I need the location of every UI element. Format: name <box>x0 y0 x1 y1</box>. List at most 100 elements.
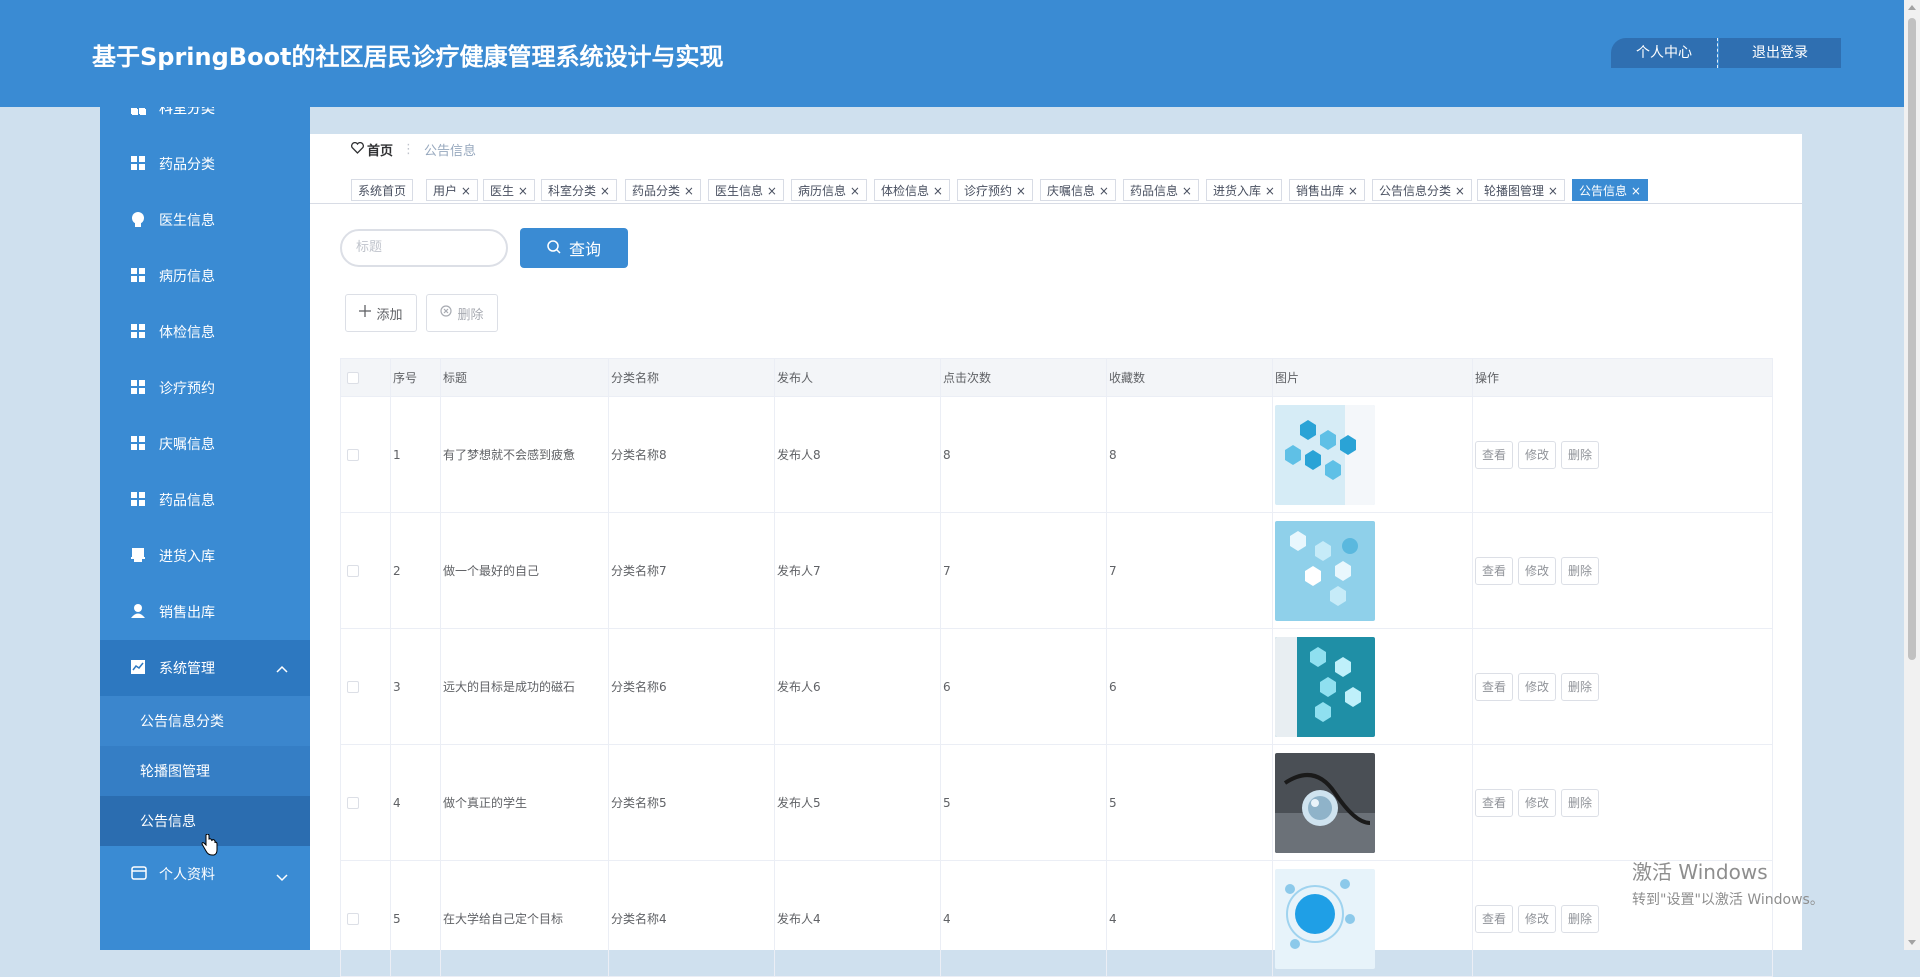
cell-favorites: 8 <box>1106 396 1273 513</box>
sidebar-item-drug-info[interactable]: 药品信息 <box>100 472 310 528</box>
column-header: 收藏数 <box>1106 358 1273 397</box>
user-icon <box>131 604 147 620</box>
cell-title: 有了梦想就不会感到疲惫 <box>440 396 609 513</box>
breadcrumb-home[interactable]: 首页 <box>367 140 393 159</box>
tag-drug-info[interactable]: 药品信息 × <box>1123 179 1199 201</box>
row-checkbox[interactable] <box>347 448 359 461</box>
tag-dept-category[interactable]: 科室分类 × <box>541 179 617 201</box>
batch-delete-button[interactable]: 删除 <box>426 294 498 332</box>
breadcrumb: 首页 ⋮ 公告信息 <box>351 140 476 159</box>
delete-button[interactable]: 删除 <box>1561 788 1599 817</box>
page-scrollbar[interactable] <box>1904 0 1920 950</box>
row-checkbox[interactable] <box>347 796 359 809</box>
cell-clicks: 6 <box>940 628 1107 745</box>
sidebar-item-medical-record[interactable]: 病历信息 <box>100 248 310 304</box>
edit-button[interactable]: 修改 <box>1518 556 1556 585</box>
row-checkbox[interactable] <box>347 564 359 577</box>
sidebar-item-stock-in[interactable]: 进货入库 <box>100 528 310 584</box>
view-button[interactable]: 查看 <box>1475 672 1513 701</box>
add-button-label: 添加 <box>376 307 403 323</box>
tag-users[interactable]: 用户 × <box>426 179 478 201</box>
view-button[interactable]: 查看 <box>1475 904 1513 933</box>
breadcrumb-bar <box>310 134 1802 174</box>
submenu-item-notice-category[interactable]: 公告信息分类 <box>100 696 310 746</box>
delete-button[interactable]: 删除 <box>1561 556 1599 585</box>
row-checkbox[interactable] <box>347 912 359 925</box>
select-all-cell[interactable] <box>340 358 391 397</box>
edit-button[interactable]: 修改 <box>1518 788 1556 817</box>
cell-no: 2 <box>390 512 441 629</box>
edit-button[interactable]: 修改 <box>1518 440 1556 469</box>
view-button[interactable]: 查看 <box>1475 556 1513 585</box>
tag-orders[interactable]: 庆嘱信息 × <box>1040 179 1116 201</box>
select-all-checkbox[interactable] <box>347 371 359 384</box>
cell-category: 分类名称4 <box>608 860 775 977</box>
sidebar-item-checkup[interactable]: 体检信息 <box>100 304 310 360</box>
cell-publisher: 发布人5 <box>774 744 941 861</box>
column-header: 分类名称 <box>608 358 775 397</box>
tag-doctor-info[interactable]: 医生信息 × <box>708 179 784 201</box>
sidebar-item-appointment[interactable]: 诊疗预约 <box>100 360 310 416</box>
sidebar-item-dept-category[interactable]: 科室分类 <box>100 107 310 136</box>
scroll-down-icon[interactable] <box>1908 940 1916 945</box>
cell-title: 做个真正的学生 <box>440 744 609 861</box>
row-checkbox[interactable] <box>347 680 359 693</box>
table-row: 2 做一个最好的自己 分类名称7 发布人7 7 7 查看 修改 删除 <box>340 512 1773 629</box>
sidebar-item-orders[interactable]: 庆嘱信息 <box>100 416 310 472</box>
notice-image <box>1275 868 1375 969</box>
tag-doctors[interactable]: 医生 × <box>483 179 535 201</box>
notice-table: 序号 标题 分类名称 发布人 点击次数 收藏数 图片 操作 1 有了梦想就不会感… <box>340 358 1773 977</box>
scrollbar-thumb[interactable] <box>1908 18 1916 660</box>
cell-clicks: 5 <box>940 744 1107 861</box>
sidebar-item-doctor-info[interactable]: 医生信息 <box>100 192 310 248</box>
delete-button[interactable]: 删除 <box>1561 440 1599 469</box>
grid-icon <box>131 156 147 172</box>
delete-button[interactable]: 删除 <box>1561 672 1599 701</box>
notice-image <box>1275 636 1375 737</box>
view-button[interactable]: 查看 <box>1475 788 1513 817</box>
sidebar-item-sales-out[interactable]: 销售出库 <box>100 584 310 640</box>
tag-sales-out[interactable]: 销售出库 × <box>1289 179 1365 201</box>
watermark-line1: 激活 Windows <box>1632 860 1768 884</box>
edit-button[interactable]: 修改 <box>1518 672 1556 701</box>
grid-icon <box>131 107 147 116</box>
logout-button[interactable]: 退出登录 <box>1719 38 1841 68</box>
cell-image <box>1272 396 1473 513</box>
cell-image <box>1272 860 1473 977</box>
tag-carousel[interactable]: 轮播图管理 × <box>1477 179 1565 201</box>
search-button[interactable]: 查询 <box>520 228 628 268</box>
user-center-button[interactable]: 个人中心 <box>1611 38 1717 68</box>
breadcrumb-divider: ⋮ <box>402 142 416 157</box>
sidebar-item-drug-category[interactable]: 药品分类 <box>100 136 310 192</box>
tag-stock-in[interactable]: 进货入库 × <box>1206 179 1282 201</box>
tag-medical-record[interactable]: 病历信息 × <box>791 179 867 201</box>
tag-notice-category[interactable]: 公告信息分类 × <box>1372 179 1472 201</box>
tag-system-home[interactable]: 系统首页 <box>351 179 414 201</box>
tag-notice-active[interactable]: 公告信息 × <box>1572 179 1648 201</box>
cell-clicks: 8 <box>940 396 1107 513</box>
cell-operations: 查看 修改 删除 <box>1472 512 1773 629</box>
cell-image <box>1272 628 1473 745</box>
submenu-item-carousel[interactable]: 轮播图管理 <box>100 746 310 796</box>
cell-operations: 查看 修改 删除 <box>1472 396 1773 513</box>
cell-title: 做一个最好的自己 <box>440 512 609 629</box>
tag-checkup[interactable]: 体检信息 × <box>874 179 950 201</box>
breadcrumb-current: 公告信息 <box>424 144 477 159</box>
tag-drug-category[interactable]: 药品分类 × <box>625 179 701 201</box>
delete-button-label: 删除 <box>457 307 484 323</box>
cell-image <box>1272 744 1473 861</box>
delete-button[interactable]: 删除 <box>1561 904 1599 933</box>
view-button[interactable]: 查看 <box>1475 440 1513 469</box>
edit-button[interactable]: 修改 <box>1518 904 1556 933</box>
tag-appointment[interactable]: 诊疗预约 × <box>957 179 1033 201</box>
table-row: 1 有了梦想就不会感到疲惫 分类名称8 发布人8 8 8 查看 修改 删除 <box>340 396 1773 513</box>
grid-icon <box>131 380 147 396</box>
cell-favorites: 5 <box>1106 744 1273 861</box>
table-header-row: 序号 标题 分类名称 发布人 点击次数 收藏数 图片 操作 <box>340 358 1773 397</box>
heart-icon <box>351 141 364 158</box>
add-button[interactable]: 添加 <box>345 294 417 332</box>
column-header: 点击次数 <box>940 358 1107 397</box>
title-search-input[interactable]: 标题 <box>340 229 508 267</box>
sidebar-item-system-management[interactable]: 系统管理 <box>100 640 310 696</box>
scroll-up-icon[interactable] <box>1908 5 1916 10</box>
